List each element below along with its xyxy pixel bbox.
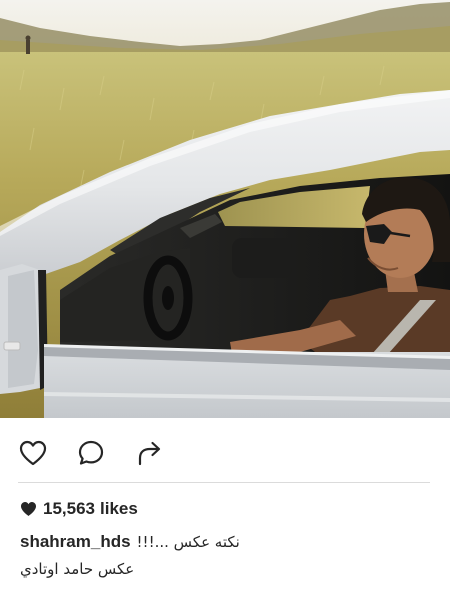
likes-line[interactable]: 15,563 likes	[20, 497, 138, 521]
share-button[interactable]	[133, 436, 167, 470]
speech-bubble-icon	[78, 440, 104, 465]
comment-button[interactable]	[74, 436, 108, 470]
share-arrow-icon	[138, 441, 161, 466]
likes-label: likes	[100, 499, 138, 518]
post-caption: shahram_hds نکته عکس ...!!!	[20, 529, 240, 555]
caption-username[interactable]: shahram_hds	[20, 532, 131, 552]
post-photo-illustration	[0, 0, 450, 418]
heart-outline-icon	[19, 440, 47, 466]
post-action-bar	[0, 430, 450, 474]
like-button[interactable]	[16, 436, 50, 470]
divider	[18, 482, 430, 483]
post-photo[interactable]	[0, 0, 450, 418]
likes-count: 15,563	[43, 499, 95, 518]
heart-filled-icon	[21, 502, 36, 516]
caption-text: نکته عکس ...!!!	[136, 533, 240, 551]
caption-credit: عکس حامد اوتادي	[20, 560, 135, 578]
